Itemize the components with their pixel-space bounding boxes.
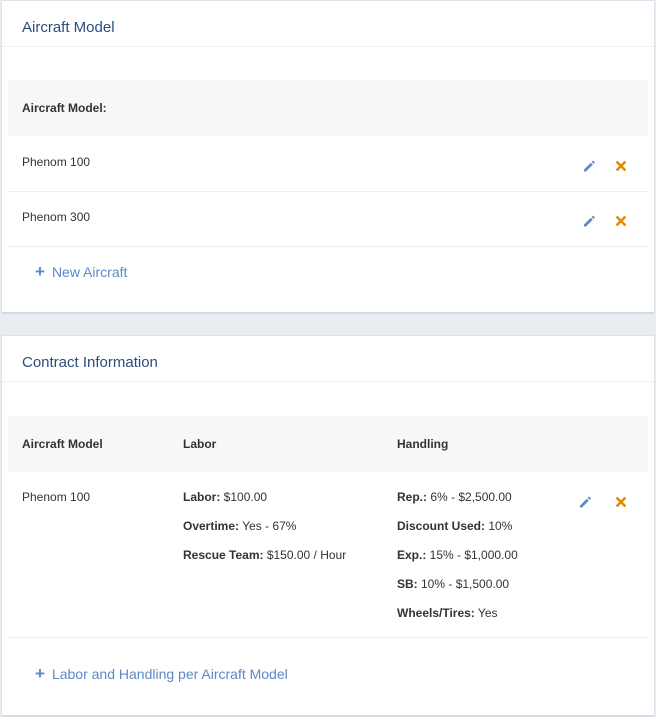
aircraft-row-name: Phenom 100 <box>22 155 91 169</box>
rescue-team-item: Rescue Team: $150.00 / Hour <box>183 548 347 562</box>
labor-item: Labor: $100.00 <box>183 490 268 504</box>
aircraft-row-name: Phenom 300 <box>22 210 91 224</box>
handling-column-header: Handling <box>397 437 449 451</box>
aircraft-model-column-header: Aircraft Model: <box>22 101 107 115</box>
delete-close-icon[interactable] <box>614 214 628 228</box>
contract-information-title: Contract Information <box>22 354 158 371</box>
contract-table-header: Aircraft Model Labor Handling <box>8 416 648 472</box>
add-labor-handling-label: Labor and Handling per Aircraft Model <box>51 666 288 682</box>
new-aircraft-label: New Aircraft <box>51 264 128 280</box>
plus-icon: + <box>35 664 45 683</box>
contract-information-card: Contract Information Aircraft Model Labo… <box>1 335 655 717</box>
aircraft-table-header: Aircraft Model: <box>8 80 648 136</box>
aircraft-model-title: Aircraft Model <box>22 19 115 36</box>
rep-item: Rep.: 6% - $2,500.00 <box>397 490 512 504</box>
aircraft-model-column-header: Aircraft Model <box>22 437 103 451</box>
delete-close-icon[interactable] <box>614 159 628 173</box>
contract-row-model: Phenom 100 <box>22 490 91 504</box>
delete-close-icon[interactable] <box>614 495 628 509</box>
plus-icon: + <box>35 262 45 281</box>
row-divider <box>8 637 648 638</box>
labor-column-header: Labor <box>183 437 217 451</box>
edit-pencil-icon[interactable] <box>582 214 596 228</box>
discount-used-item: Discount Used: 10% <box>397 519 513 533</box>
title-divider <box>2 46 654 47</box>
row-divider <box>8 246 648 247</box>
sb-item: SB: 10% - $1,500.00 <box>397 577 510 591</box>
new-aircraft-link[interactable]: + New Aircraft <box>35 262 128 281</box>
overtime-item: Overtime: Yes - 67% <box>183 519 297 533</box>
title-divider <box>2 381 654 382</box>
row-divider <box>8 191 648 192</box>
wheels-tires-item: Wheels/Tires: Yes <box>397 606 498 620</box>
edit-pencil-icon[interactable] <box>578 495 592 509</box>
edit-pencil-icon[interactable] <box>582 159 596 173</box>
aircraft-model-card: Aircraft Model Aircraft Model: Phenom 10… <box>1 0 655 314</box>
add-labor-handling-link[interactable]: + Labor and Handling per Aircraft Model <box>35 664 288 683</box>
exp-item: Exp.: 15% - $1,000.00 <box>397 548 518 562</box>
